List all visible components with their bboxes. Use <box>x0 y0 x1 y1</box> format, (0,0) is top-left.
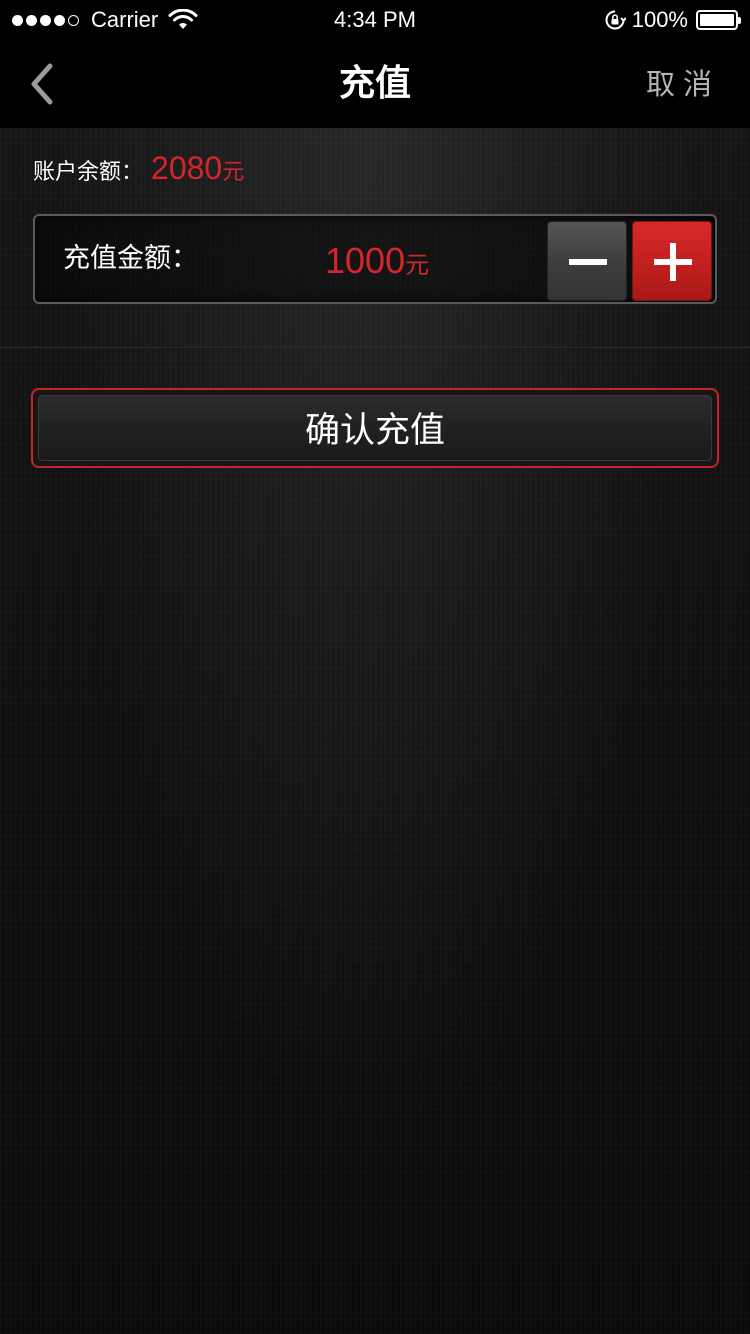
balance-value: 2080 <box>151 150 223 186</box>
amount-value: 1000 <box>325 240 406 281</box>
confirm-recharge-button[interactable]: 确认充值 <box>31 388 719 468</box>
battery-fill <box>700 14 734 26</box>
page-title: 充值 <box>338 63 411 104</box>
signal-dot <box>26 14 37 26</box>
rotation-lock-icon <box>605 10 626 30</box>
signal-dot <box>40 14 51 26</box>
status-left: Carrier <box>12 0 198 40</box>
signal-dot <box>54 14 65 26</box>
chevron-left-icon <box>31 63 53 105</box>
balance-separator: ： <box>121 160 144 185</box>
cancel-button[interactable]: 取消 <box>646 40 720 128</box>
signal-dot <box>68 14 79 26</box>
plus-icon <box>654 243 692 281</box>
minus-icon <box>569 259 607 265</box>
wifi-icon <box>168 9 198 29</box>
recharge-amount-stepper: 充值金额： 1000元 <box>33 214 717 304</box>
balance-label: 账户余额 <box>33 160 122 185</box>
nav-bar: 充值 取消 <box>0 40 750 128</box>
account-balance: 账户余额 ： 2080 元 <box>33 150 244 194</box>
back-button[interactable] <box>26 62 62 106</box>
decrease-amount-button[interactable] <box>547 221 627 301</box>
confirm-button-face: 确认充值 <box>38 395 712 461</box>
battery-percent: 100% <box>631 7 688 32</box>
amount-display: 1000元 <box>325 216 429 306</box>
status-bar: Carrier 4:34 PM 100% <box>0 0 750 40</box>
carrier-label: Carrier <box>91 7 159 32</box>
amount-unit: 元 <box>405 251 430 279</box>
status-right: 100% <box>604 0 741 40</box>
balance-unit: 元 <box>222 160 245 185</box>
increase-amount-button[interactable] <box>632 221 712 301</box>
battery-icon <box>696 10 741 30</box>
amount-label: 充值金额： <box>63 243 198 274</box>
signal-dot <box>12 14 23 26</box>
signal-strength-icon <box>12 14 79 26</box>
confirm-button-label: 确认充值 <box>304 411 445 451</box>
section-divider <box>0 347 750 348</box>
